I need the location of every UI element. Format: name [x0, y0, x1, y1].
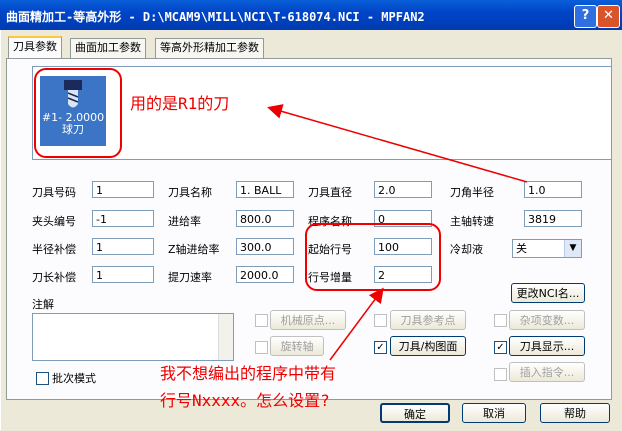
arrow-to-tool-note: [267, 104, 528, 183]
arrow-to-seq-fields: [329, 287, 384, 361]
annotation-arrows: [267, 104, 528, 361]
